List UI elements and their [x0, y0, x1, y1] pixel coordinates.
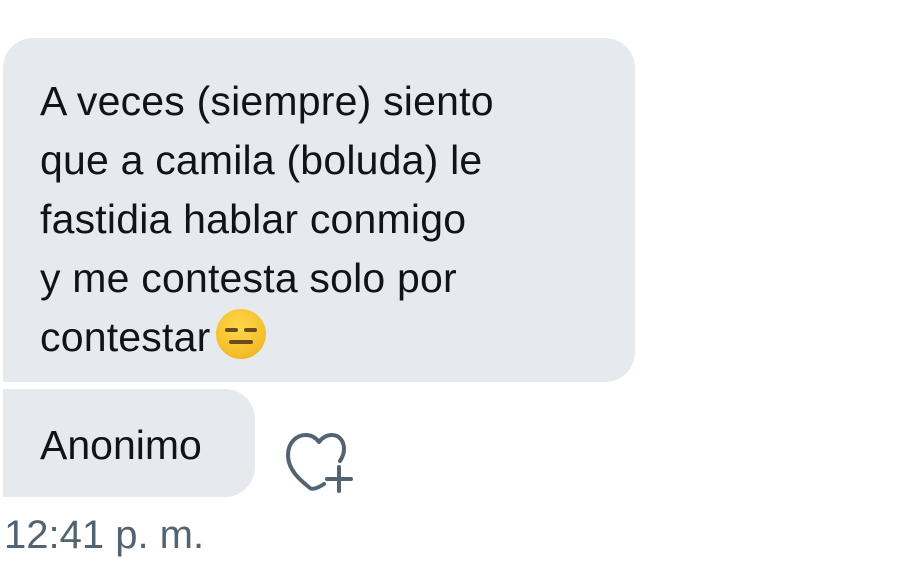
message-line: y me contesta solo por [40, 255, 457, 301]
sender-bubble[interactable]: Anonimo [3, 389, 255, 497]
like-button[interactable] [282, 430, 354, 494]
message-line: que a camila (boluda) le [40, 137, 483, 183]
expressionless-face-emoji [216, 309, 267, 359]
message-line-text: contestar [40, 314, 211, 360]
timestamp: 12:41 p. m. [4, 513, 205, 557]
sender-name: Anonimo [40, 422, 202, 468]
message-line: A veces (siempre) siento [40, 78, 494, 124]
heart-plus-icon [286, 433, 353, 493]
message-line-last: contestar [40, 308, 599, 367]
message-line: fastidia hablar conmigo [40, 196, 467, 242]
message-bubble[interactable]: A veces (siempre) siento que a camila (b… [3, 38, 635, 382]
